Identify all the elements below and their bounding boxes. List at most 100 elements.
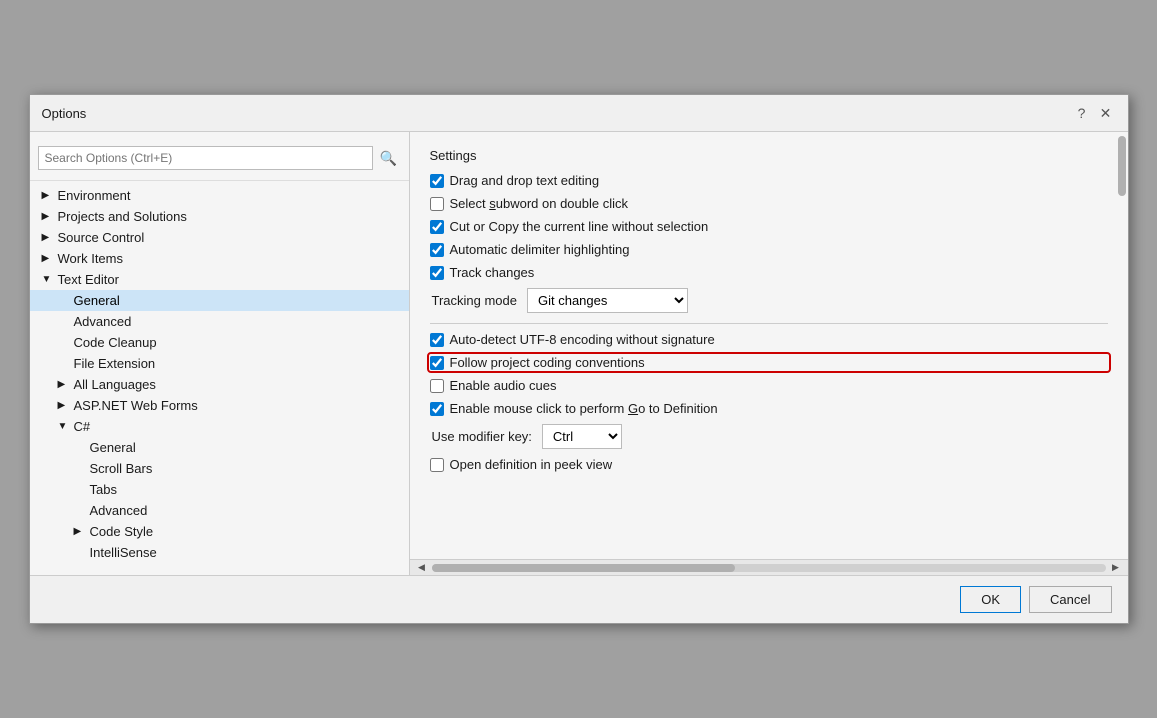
- tree-item-work-items[interactable]: ▶ Work Items: [30, 248, 409, 269]
- tree-arrow-csharp: ▼: [58, 421, 70, 432]
- search-icon[interactable]: 🔍: [377, 146, 401, 170]
- tree-item-all-languages[interactable]: ▶ All Languages: [30, 374, 409, 395]
- drag-drop-text: Drag and drop text editing: [450, 173, 600, 188]
- tree-item-environment[interactable]: ▶ Environment: [30, 185, 409, 206]
- tree-label-tabs: Tabs: [90, 482, 117, 497]
- follow-conventions-text: Follow project coding conventions: [450, 355, 645, 370]
- tree-label-file-extension: File Extension: [74, 356, 156, 371]
- bottom-scrollbar: ◀ ▶: [410, 559, 1128, 575]
- tree-label-all-languages: All Languages: [74, 377, 156, 392]
- ok-button[interactable]: OK: [960, 586, 1021, 613]
- right-scrollbar[interactable]: [1118, 136, 1126, 196]
- mouse-click-go-label[interactable]: Enable mouse click to perform Go to Defi…: [430, 401, 718, 416]
- auto-delimiter-text: Automatic delimiter highlighting: [450, 242, 630, 257]
- tree-label-general: General: [74, 293, 120, 308]
- tree-arrow-projects: ▶: [42, 211, 54, 222]
- tree-arrow-source-control: ▶: [42, 232, 54, 243]
- right-content: Settings Drag and drop text editing Sele…: [410, 132, 1128, 559]
- audio-cues-checkbox[interactable]: [430, 379, 444, 393]
- tree-item-source-control[interactable]: ▶ Source Control: [30, 227, 409, 248]
- tree-item-csharp-advanced[interactable]: Advanced: [30, 500, 409, 521]
- tree-label-csharp: C#: [74, 419, 91, 434]
- drag-drop-checkbox[interactable]: [430, 174, 444, 188]
- tree-item-advanced[interactable]: Advanced: [30, 311, 409, 332]
- auto-delimiter-checkbox[interactable]: [430, 243, 444, 257]
- track-changes-label[interactable]: Track changes: [430, 265, 535, 280]
- left-panel: 🔍 ▶ Environment ▶ Projects and Solutions…: [30, 132, 410, 575]
- tracking-mode-row: Tracking mode Git changes Track changes …: [430, 288, 1108, 313]
- mouse-click-go-text: Enable mouse click to perform Go to Defi…: [450, 401, 718, 416]
- open-peek-checkbox[interactable]: [430, 458, 444, 472]
- tree-label-csharp-general: General: [90, 440, 136, 455]
- scroll-right-arrow[interactable]: ▶: [1108, 560, 1124, 576]
- setting-mouse-click-go: Enable mouse click to perform Go to Defi…: [430, 401, 1108, 416]
- select-subword-text: Select subword on double click: [450, 196, 629, 211]
- tree-label-work-items: Work Items: [58, 251, 124, 266]
- modifier-key-row: Use modifier key: Ctrl Alt Shift: [430, 424, 1108, 449]
- tree-item-general[interactable]: General: [30, 290, 409, 311]
- setting-auto-delimiter: Automatic delimiter highlighting: [430, 242, 1108, 257]
- title-bar: Options ? ✕: [30, 95, 1128, 132]
- setting-follow-conventions: Follow project coding conventions: [430, 355, 1108, 370]
- tree-item-aspnet[interactable]: ▶ ASP.NET Web Forms: [30, 395, 409, 416]
- tracking-mode-select[interactable]: Git changes Track changes only Off: [527, 288, 688, 313]
- tree-label-source-control: Source Control: [58, 230, 145, 245]
- tree-item-scroll-bars[interactable]: Scroll Bars: [30, 458, 409, 479]
- utf8-label[interactable]: Auto-detect UTF-8 encoding without signa…: [430, 332, 715, 347]
- utf8-checkbox[interactable]: [430, 333, 444, 347]
- audio-cues-text: Enable audio cues: [450, 378, 557, 393]
- open-peek-label[interactable]: Open definition in peek view: [430, 457, 613, 472]
- modifier-key-select[interactable]: Ctrl Alt Shift: [542, 424, 622, 449]
- scroll-left-arrow[interactable]: ◀: [414, 560, 430, 576]
- open-peek-text: Open definition in peek view: [450, 457, 613, 472]
- tree-arrow-work-items: ▶: [42, 253, 54, 264]
- tree-label-environment: Environment: [58, 188, 131, 203]
- tree-item-csharp-general[interactable]: General: [30, 437, 409, 458]
- go-underline: G: [628, 401, 638, 416]
- setting-utf8: Auto-detect UTF-8 encoding without signa…: [430, 332, 1108, 347]
- tree-item-csharp[interactable]: ▼ C#: [30, 416, 409, 437]
- tree-item-code-cleanup[interactable]: Code Cleanup: [30, 332, 409, 353]
- mouse-click-go-checkbox[interactable]: [430, 402, 444, 416]
- cut-copy-label[interactable]: Cut or Copy the current line without sel…: [430, 219, 709, 234]
- tracking-mode-label: Tracking mode: [432, 293, 518, 308]
- select-subword-label[interactable]: Select subword on double click: [430, 196, 629, 211]
- track-changes-checkbox[interactable]: [430, 266, 444, 280]
- cut-copy-checkbox[interactable]: [430, 220, 444, 234]
- tree-item-projects-and-solutions[interactable]: ▶ Projects and Solutions: [30, 206, 409, 227]
- tree-label-text-editor: Text Editor: [58, 272, 119, 287]
- tree-item-tabs[interactable]: Tabs: [30, 479, 409, 500]
- setting-open-peek: Open definition in peek view: [430, 457, 1108, 472]
- help-button[interactable]: ?: [1072, 103, 1092, 123]
- follow-conventions-label[interactable]: Follow project coding conventions: [430, 355, 645, 370]
- search-input[interactable]: [38, 146, 373, 170]
- drag-drop-label[interactable]: Drag and drop text editing: [430, 173, 600, 188]
- tree-label-advanced: Advanced: [74, 314, 132, 329]
- search-container: 🔍: [30, 140, 409, 181]
- scroll-thumb: [432, 564, 735, 572]
- setting-audio-cues: Enable audio cues: [430, 378, 1108, 393]
- title-bar-controls: ? ✕: [1072, 103, 1116, 123]
- select-subword-checkbox[interactable]: [430, 197, 444, 211]
- tree-item-code-style[interactable]: ▶ Code Style: [30, 521, 409, 542]
- follow-conventions-checkbox[interactable]: [430, 356, 444, 370]
- tree-item-file-extension[interactable]: File Extension: [30, 353, 409, 374]
- utf8-text: Auto-detect UTF-8 encoding without signa…: [450, 332, 715, 347]
- dialog-title: Options: [42, 106, 87, 121]
- tree-label-csharp-advanced: Advanced: [90, 503, 148, 518]
- cancel-button[interactable]: Cancel: [1029, 586, 1111, 613]
- tree-item-intellisense[interactable]: IntelliSense: [30, 542, 409, 563]
- cut-copy-text: Cut or Copy the current line without sel…: [450, 219, 709, 234]
- setting-track-changes: Track changes: [430, 265, 1108, 280]
- tree-item-text-editor[interactable]: ▼ Text Editor: [30, 269, 409, 290]
- right-panel: Settings Drag and drop text editing Sele…: [410, 132, 1128, 575]
- audio-cues-label[interactable]: Enable audio cues: [430, 378, 557, 393]
- setting-select-subword: Select subword on double click: [430, 196, 1108, 211]
- select-subword-underline: s: [489, 196, 496, 211]
- tree-arrow-code-style: ▶: [74, 526, 86, 537]
- tree-container: ▶ Environment ▶ Projects and Solutions ▶…: [30, 181, 409, 567]
- close-button[interactable]: ✕: [1096, 103, 1116, 123]
- auto-delimiter-label[interactable]: Automatic delimiter highlighting: [430, 242, 630, 257]
- tree-label-intellisense: IntelliSense: [90, 545, 157, 560]
- scroll-track[interactable]: [432, 564, 1106, 572]
